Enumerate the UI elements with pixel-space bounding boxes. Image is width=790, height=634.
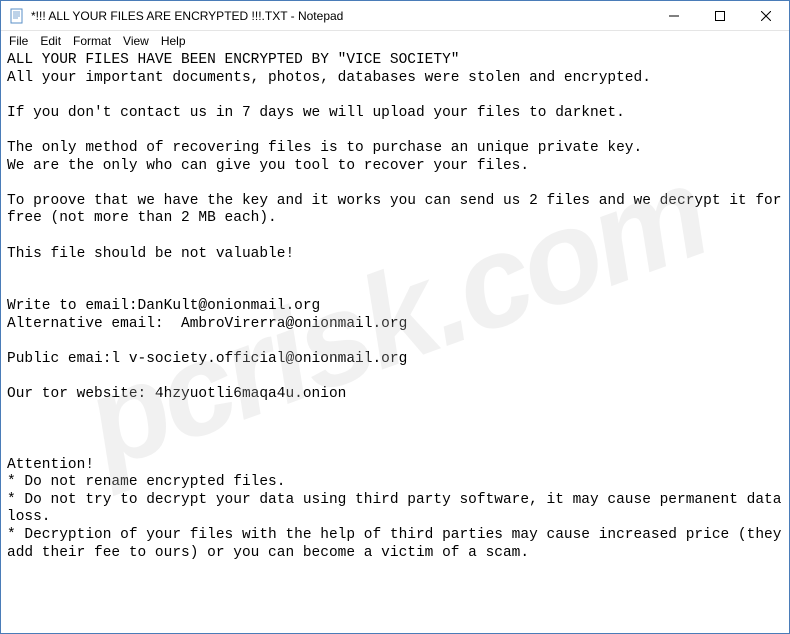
maximize-button[interactable] bbox=[697, 1, 743, 30]
menu-edit[interactable]: Edit bbox=[34, 33, 67, 49]
menubar: File Edit Format View Help bbox=[1, 31, 789, 51]
text-area[interactable]: ALL YOUR FILES HAVE BEEN ENCRYPTED BY "V… bbox=[1, 51, 789, 633]
notepad-window: *!!! ALL YOUR FILES ARE ENCRYPTED !!!.TX… bbox=[0, 0, 790, 634]
titlebar[interactable]: *!!! ALL YOUR FILES ARE ENCRYPTED !!!.TX… bbox=[1, 1, 789, 31]
menu-help[interactable]: Help bbox=[155, 33, 192, 49]
minimize-button[interactable] bbox=[651, 1, 697, 30]
close-button[interactable] bbox=[743, 1, 789, 30]
window-controls bbox=[651, 1, 789, 30]
menu-format[interactable]: Format bbox=[67, 33, 117, 49]
menu-file[interactable]: File bbox=[3, 33, 34, 49]
window-title: *!!! ALL YOUR FILES ARE ENCRYPTED !!!.TX… bbox=[31, 9, 651, 23]
notepad-icon bbox=[9, 8, 25, 24]
menu-view[interactable]: View bbox=[117, 33, 155, 49]
